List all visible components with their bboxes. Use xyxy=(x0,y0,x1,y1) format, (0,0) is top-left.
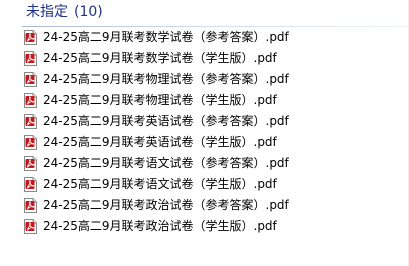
pdf-icon xyxy=(24,72,37,87)
file-item[interactable]: 24-25高二9月联考物理试卷（学生版）.pdf xyxy=(0,90,409,111)
file-item[interactable]: 24-25高二9月联考英语试卷（参考答案）.pdf xyxy=(0,111,409,132)
file-item[interactable]: 24-25高二9月联考数学试卷（参考答案）.pdf xyxy=(0,27,409,48)
file-name: 24-25高二9月联考语文试卷（学生版）.pdf xyxy=(43,177,277,191)
file-item[interactable]: 24-25高二9月联考政治试卷（学生版）.pdf xyxy=(0,216,409,237)
file-name: 24-25高二9月联考数学试卷（学生版）.pdf xyxy=(43,51,277,65)
file-item[interactable]: 24-25高二9月联考政治试卷（参考答案）.pdf xyxy=(0,195,409,216)
pdf-icon xyxy=(24,93,37,108)
file-item[interactable]: 24-25高二9月联考物理试卷（参考答案）.pdf xyxy=(0,69,409,90)
pdf-icon xyxy=(24,177,37,192)
pdf-icon xyxy=(24,135,37,150)
file-name: 24-25高二9月联考政治试卷（参考答案）.pdf xyxy=(43,198,289,212)
file-explorer-panel: 未指定 (10) 24-25高二9月联考数学试卷（参考答案）.pdf 24-25高… xyxy=(0,0,409,266)
pdf-icon xyxy=(24,156,37,171)
file-item[interactable]: 24-25高二9月联考数学试卷（学生版）.pdf xyxy=(0,48,409,69)
pdf-icon xyxy=(24,51,37,66)
file-list: 24-25高二9月联考数学试卷（参考答案）.pdf 24-25高二9月联考数学试… xyxy=(0,27,409,237)
pdf-icon xyxy=(24,114,37,129)
pdf-icon xyxy=(24,30,37,45)
file-item[interactable]: 24-25高二9月联考语文试卷（学生版）.pdf xyxy=(0,174,409,195)
file-name: 24-25高二9月联考物理试卷（参考答案）.pdf xyxy=(43,72,289,86)
file-item[interactable]: 24-25高二9月联考英语试卷（学生版）.pdf xyxy=(0,132,409,153)
file-name: 24-25高二9月联考英语试卷（学生版）.pdf xyxy=(43,135,277,149)
pdf-icon xyxy=(24,198,37,213)
group-count: (10) xyxy=(74,4,103,20)
file-name: 24-25高二9月联考语文试卷（参考答案）.pdf xyxy=(43,156,289,170)
file-name: 24-25高二9月联考数学试卷（参考答案）.pdf xyxy=(43,30,289,44)
file-name: 24-25高二9月联考政治试卷（学生版）.pdf xyxy=(43,219,277,233)
pdf-icon xyxy=(24,219,37,234)
group-header[interactable]: 未指定 (10) xyxy=(26,3,103,21)
group-title: 未指定 xyxy=(26,4,68,20)
file-name: 24-25高二9月联考物理试卷（学生版）.pdf xyxy=(43,93,277,107)
file-item[interactable]: 24-25高二9月联考语文试卷（参考答案）.pdf xyxy=(0,153,409,174)
file-name: 24-25高二9月联考英语试卷（参考答案）.pdf xyxy=(43,114,289,128)
